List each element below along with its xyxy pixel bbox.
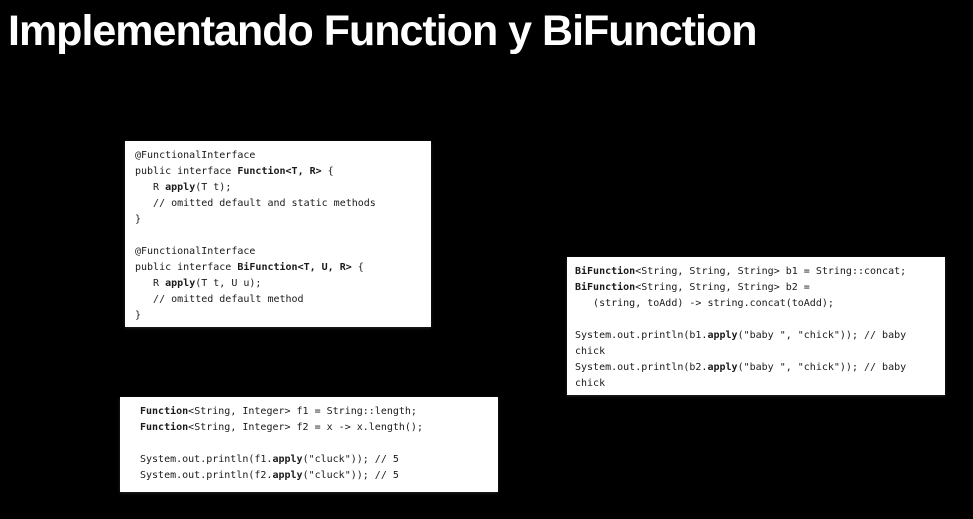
code-line: R apply(T t, U u); bbox=[135, 276, 431, 292]
code-line: System.out.println(f2.apply("cluck")); /… bbox=[140, 468, 498, 484]
code-line: System.out.println(b1.apply("baby ", "ch… bbox=[575, 328, 945, 344]
code-text: R bbox=[135, 278, 166, 289]
code-keyword: BiFunction bbox=[575, 266, 636, 277]
code-text: (T t, U u); bbox=[195, 278, 262, 289]
code-keyword: Function bbox=[140, 406, 189, 417]
code-comment: // omitted default method bbox=[135, 294, 304, 305]
code-text: } bbox=[135, 214, 142, 225]
code-text: ("baby ", "chick")); // baby bbox=[737, 362, 907, 373]
code-text: System.out.println(b2. bbox=[575, 362, 708, 373]
code-line: chick bbox=[575, 376, 945, 392]
code-line: public interface Function<T, R> { bbox=[135, 164, 431, 180]
code-comment: // omitted default and static methods bbox=[135, 198, 376, 209]
code-line: Function<String, Integer> f2 = x -> x.le… bbox=[140, 420, 498, 436]
code-text: public interface bbox=[135, 166, 238, 177]
code-text: ("cluck")); // 5 bbox=[302, 454, 399, 465]
code-line: @FunctionalInterface bbox=[135, 244, 431, 260]
code-text: @FunctionalInterface bbox=[135, 150, 256, 161]
code-text: R bbox=[135, 182, 166, 193]
code-keyword: apply bbox=[707, 330, 738, 341]
code-line: BiFunction<String, String, String> b1 = … bbox=[575, 264, 945, 280]
code-text: (string, toAdd) -> string.concat(toAdd); bbox=[575, 298, 834, 309]
code-text: <String, Integer> f1 = String::length; bbox=[188, 406, 417, 417]
code-line: (string, toAdd) -> string.concat(toAdd); bbox=[575, 296, 945, 312]
code-line: Function<String, Integer> f1 = String::l… bbox=[140, 404, 498, 420]
code-text: (T t); bbox=[195, 182, 232, 193]
code-keyword: Function<T, R> bbox=[237, 166, 322, 177]
code-line: } bbox=[135, 308, 431, 324]
code-line: BiFunction<String, String, String> b2 = bbox=[575, 280, 945, 296]
code-line: System.out.println(f1.apply("cluck")); /… bbox=[140, 452, 498, 468]
code-text: <String, String, String> b1 = String::co… bbox=[635, 266, 907, 277]
code-keyword: BiFunction bbox=[575, 282, 636, 293]
code-line: public interface BiFunction<T, U, R> { bbox=[135, 260, 431, 276]
slide: Implementando Function y BiFunction @Fun… bbox=[0, 0, 973, 519]
code-text: ("cluck")); // 5 bbox=[302, 470, 399, 481]
code-text: @FunctionalInterface bbox=[135, 246, 256, 257]
code-keyword: Function bbox=[140, 422, 189, 433]
code-text: <String, String, String> b2 = bbox=[635, 282, 810, 293]
code-keyword: BiFunction<T, U, R> bbox=[237, 262, 352, 273]
code-line: chick bbox=[575, 344, 945, 360]
code-keyword: apply bbox=[272, 454, 303, 465]
code-line: // omitted default method bbox=[135, 292, 431, 308]
code-text: System.out.println(f2. bbox=[140, 470, 273, 481]
code-text: chick bbox=[575, 378, 606, 389]
code-line: @FunctionalInterface bbox=[135, 148, 431, 164]
code-text: public interface bbox=[135, 262, 238, 273]
code-line: System.out.println(b2.apply("baby ", "ch… bbox=[575, 360, 945, 376]
code-line: } bbox=[135, 212, 431, 228]
code-keyword: apply bbox=[165, 182, 196, 193]
slide-title: Implementando Function y BiFunction bbox=[8, 7, 758, 55]
code-text: { bbox=[321, 166, 334, 177]
code-keyword: apply bbox=[272, 470, 303, 481]
code-text: { bbox=[351, 262, 364, 273]
code-text: <String, Integer> f2 = x -> x.length(); bbox=[188, 422, 423, 433]
bifunction-example-code-box: BiFunction<String, String, String> b1 = … bbox=[567, 257, 945, 395]
code-keyword: apply bbox=[707, 362, 738, 373]
interfaces-code-box: @FunctionalInterface public interface Fu… bbox=[125, 141, 431, 327]
code-text: ("baby ", "chick")); // baby bbox=[737, 330, 907, 341]
code-text: chick bbox=[575, 346, 606, 357]
code-line: // omitted default and static methods bbox=[135, 196, 431, 212]
code-text: System.out.println(f1. bbox=[140, 454, 273, 465]
code-text: } bbox=[135, 310, 142, 321]
code-text: System.out.println(b1. bbox=[575, 330, 708, 341]
code-line: R apply(T t); bbox=[135, 180, 431, 196]
function-example-code-box: Function<String, Integer> f1 = String::l… bbox=[120, 397, 498, 492]
code-keyword: apply bbox=[165, 278, 196, 289]
